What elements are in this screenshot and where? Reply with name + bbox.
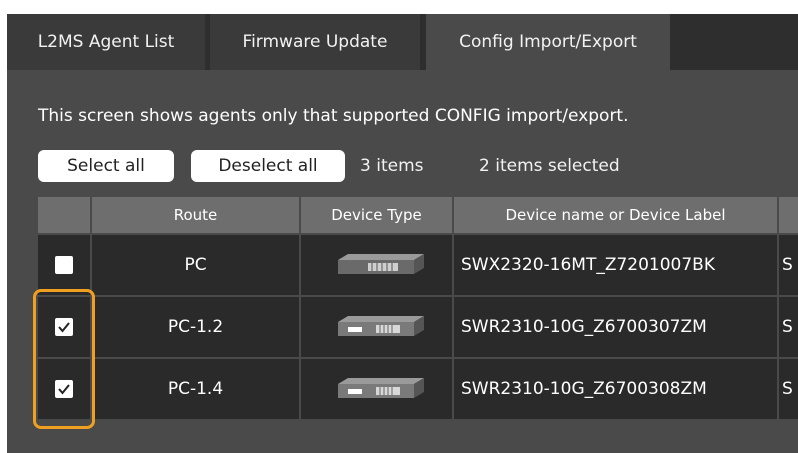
selection-highlight [33, 289, 95, 429]
network-switch-icon [338, 254, 424, 274]
extra-cell: S [779, 297, 798, 357]
header-route[interactable]: Route [92, 197, 299, 233]
tab-firmware-update[interactable]: Firmware Update [210, 14, 420, 70]
header-checkbox [38, 197, 90, 233]
selected-count: 2 items selected [479, 156, 620, 176]
route-cell: PC [92, 235, 299, 295]
device-type-cell [301, 359, 452, 419]
notice-text: This screen shows agents only that suppo… [38, 106, 629, 126]
row-checkbox[interactable] [55, 256, 73, 274]
config-window: L2MS Agent List Firmware Update Config I… [7, 14, 798, 453]
device-type-cell [301, 235, 452, 295]
device-name-cell: SWR2310-10G_Z6700308ZM [454, 359, 777, 419]
route-cell: PC-1.2 [92, 297, 299, 357]
network-switch-icon [338, 316, 424, 336]
extra-cell: S [779, 235, 798, 295]
table-row[interactable]: PC-1.2 SWR2310-10G_Z6700307ZM S [38, 297, 798, 357]
header-extra [779, 197, 798, 233]
row-checkbox-cell [38, 235, 90, 295]
header-device-type[interactable]: Device Type [301, 197, 452, 233]
header-device-name[interactable]: Device name or Device Label [454, 197, 777, 233]
network-switch-icon [338, 378, 424, 398]
table-row[interactable]: PC SWX2320-16MT_Z7201007BK S [38, 235, 798, 295]
device-name-cell: SWR2310-10G_Z6700307ZM [454, 297, 777, 357]
tab-config-import-export[interactable]: Config Import/Export [426, 14, 670, 70]
extra-cell: S [779, 359, 798, 419]
device-name-cell: SWX2320-16MT_Z7201007BK [454, 235, 777, 295]
item-count: 3 items [360, 156, 424, 176]
device-type-cell [301, 297, 452, 357]
route-cell: PC-1.4 [92, 359, 299, 419]
table-row[interactable]: PC-1.4 SWR2310-10G_Z6700308ZM S [38, 359, 798, 419]
tab-bar: L2MS Agent List Firmware Update Config I… [7, 14, 798, 70]
deselect-all-button[interactable]: Deselect all [191, 150, 345, 182]
tab-l2ms-agent-list[interactable]: L2MS Agent List [7, 14, 205, 70]
select-all-button[interactable]: Select all [38, 150, 174, 182]
